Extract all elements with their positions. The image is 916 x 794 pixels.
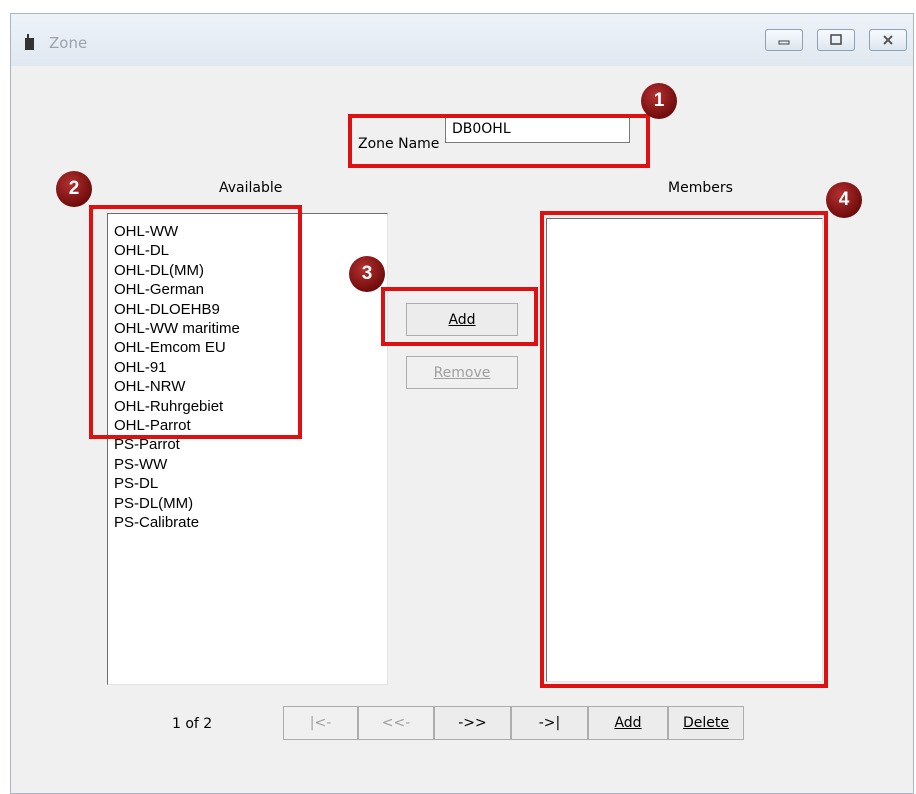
minimize-icon	[778, 40, 790, 45]
page-status: 1 of 2	[172, 716, 213, 732]
list-item[interactable]: PS-DL	[108, 474, 387, 493]
callout-badge-4: 4	[826, 182, 862, 218]
list-item[interactable]: PS-WW	[108, 455, 387, 474]
maximize-icon	[830, 34, 842, 45]
list-item[interactable]: PS-Calibrate	[108, 513, 387, 532]
remove-button[interactable]: Remove	[406, 356, 518, 389]
members-label: Members	[668, 180, 733, 196]
highlight-add-button	[381, 287, 538, 346]
radio-icon	[25, 34, 34, 50]
close-icon	[883, 35, 893, 45]
last-record-button[interactable]: ->|	[511, 706, 588, 740]
first-record-button[interactable]: |<-	[283, 706, 358, 740]
available-label: Available	[219, 180, 283, 196]
previous-record-button[interactable]: <<-	[358, 706, 434, 740]
list-item[interactable]: PS-DL(MM)	[108, 494, 387, 513]
highlight-available-list	[89, 205, 302, 439]
close-button[interactable]	[869, 29, 907, 51]
callout-badge-3: 3	[349, 256, 385, 292]
title-bar[interactable]: Zone	[11, 14, 913, 66]
callout-badge-2: 2	[56, 171, 92, 207]
delete-record-button[interactable]: Delete	[668, 706, 744, 740]
highlight-zone-name	[348, 114, 650, 168]
add-record-button[interactable]: Add	[588, 706, 668, 740]
minimize-button[interactable]	[765, 29, 803, 51]
window-title: Zone	[49, 34, 88, 52]
highlight-members-list	[540, 211, 828, 688]
callout-badge-1: 1	[641, 83, 677, 119]
next-record-button[interactable]: ->>	[434, 706, 511, 740]
maximize-button[interactable]	[817, 29, 855, 51]
